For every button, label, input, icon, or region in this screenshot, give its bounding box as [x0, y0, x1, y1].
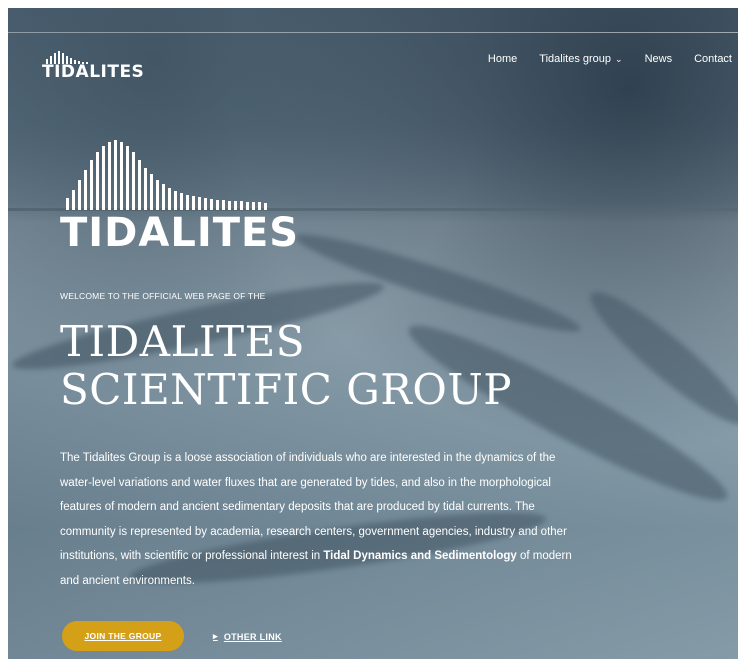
nav-item-news[interactable]: News	[645, 53, 673, 65]
welcome-text: WELCOME TO THE OFFICIAL WEB PAGE OF THE	[60, 291, 266, 301]
nav-item-contact[interactable]: Contact	[694, 53, 732, 65]
join-group-button[interactable]: JOIN THE GROUP	[62, 621, 184, 651]
page-title: TIDALITES SCIENTIFIC GROUP	[60, 318, 512, 414]
description-bold: Tidal Dynamics and Sedimentology	[323, 550, 517, 562]
title-line-1: TIDALITES	[60, 317, 306, 366]
hero-logo-text: TIDALITES	[60, 210, 300, 256]
chevron-down-icon: ⌄	[615, 53, 623, 64]
other-link-label: OTHER LINK	[223, 631, 282, 642]
main-nav: Home Tidalites group ⌄ News Contact	[488, 53, 732, 65]
hero-background: TIDALITES Home Tidalites group ⌄ News Co…	[8, 8, 738, 659]
nav-item-label: Tidalites group	[539, 53, 612, 65]
hero-logo: TIDALITES	[60, 138, 298, 255]
other-link[interactable]: ▸ OTHER LINK	[213, 631, 282, 642]
hero-description: The Tidalites Group is a loose associati…	[60, 446, 580, 593]
description-part-1: The Tidalites Group is a loose associati…	[60, 452, 567, 562]
nav-item-home[interactable]: Home	[488, 53, 517, 65]
tide-bars-icon	[66, 140, 267, 210]
title-line-2: SCIENTIFIC GROUP	[60, 365, 512, 414]
nav-item-tidalites-group[interactable]: Tidalites group ⌄	[539, 53, 622, 65]
nav-logo[interactable]: TIDALITES	[42, 50, 148, 82]
caret-right-icon: ▸	[213, 631, 218, 641]
nav-logo-text: TIDALITES	[42, 62, 145, 82]
